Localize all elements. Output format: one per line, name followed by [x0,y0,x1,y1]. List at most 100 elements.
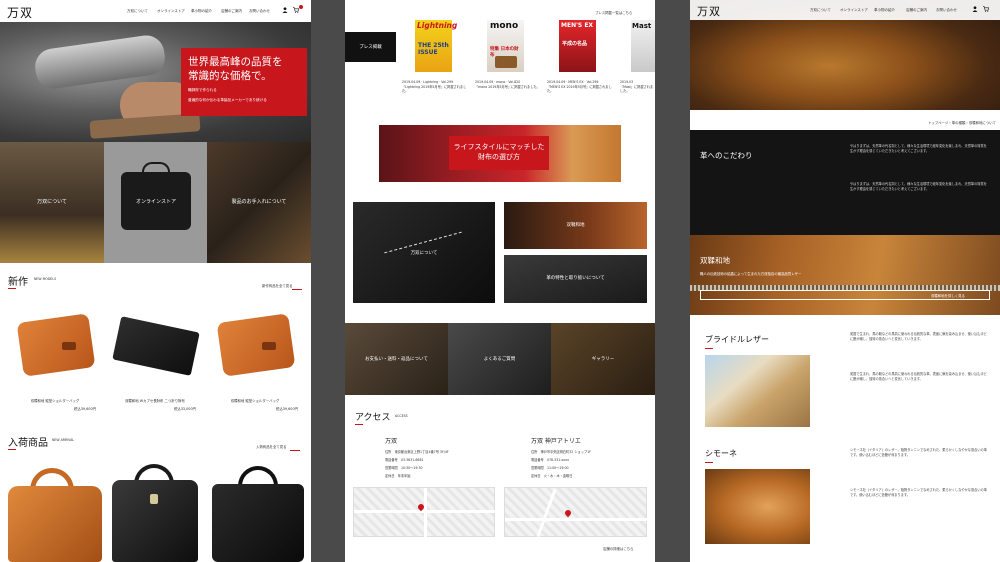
new-subtitle: NEW MODELS [34,277,57,281]
magazine-caption: 2019.04.09 · mono · Vol.820 『mono 2019年5… [475,80,540,89]
breadcrumb[interactable]: トップページ › 革の種類 › 双鞣和地について [928,120,996,125]
kodawari-text: やはりまずは、天然革の代名詞として、様々な生活環境で経年変化を楽しまれ、天然革の… [850,144,987,153]
product-price: 税込39,600円 [73,407,96,411]
tile-payment[interactable]: お支払い・送料・返品について [345,323,448,395]
nav-about[interactable]: 万双について [810,8,831,13]
tile-about[interactable]: 万双について [353,202,495,303]
site-logo[interactable]: 万双 [697,3,721,19]
bridle-title: ブライドルレザー [705,335,769,344]
user-icon[interactable] [282,7,288,13]
magazine-cover[interactable]: Lightning THE 25th ISSUE [415,20,457,72]
product-price: 税込33,000円 [173,407,196,411]
hero-title-line2: 常識的な価格で。 [188,70,272,82]
shop-field: 電話番号 078-331-xxxx [531,458,569,462]
tile-label: お支払い・送料・返品について [365,357,428,362]
nav-contact[interactable]: お問い合わせ [936,8,957,13]
new-more-underline [292,289,302,290]
tile-label: 万双について [37,199,67,205]
bridle-image [705,355,810,427]
banner-text: ライフスタイルにマッチした 財布の選び方 [449,136,549,170]
user-icon[interactable] [972,6,978,12]
kodawari-text-2: やはりまずは、天然革の代名詞として、様々な生活環境で経年変化を楽しまれ、天然革の… [850,182,987,191]
tile-label: 双鞣和地 [566,223,585,228]
header: 万双 万双について オンラインストア 革小物の紹介 店舗のご案内 お問い合わせ [690,0,1000,20]
nav-contact[interactable]: お問い合わせ [249,9,270,14]
home-page-panel: 万双 万双について オンラインストア 革小物の紹介 店舗のご案内 お問い合わせ … [0,0,311,562]
magazine-title: MEN'S EX [561,22,594,29]
cart-icon[interactable] [983,6,989,12]
shop-field: 電話番号 03-3831-6681 [385,458,424,462]
soujyu-subtitle: 職人の伝統技術の結晶によって生まれた万双独自の最高品質レザー [700,272,802,276]
tile-label: 革の特性と取り扱いについて [546,276,605,281]
arrival-subtitle: NEW ARRIVAL [52,438,75,442]
product-name[interactable]: 双鞣和地 縦型ショルダーバッグ [10,398,100,403]
arrival-product-image[interactable] [212,466,304,562]
tile-label: 製品のお手入れについて [231,199,287,205]
product-image[interactable] [112,316,200,376]
product-image[interactable] [214,313,296,377]
kodawari-section: 革へのこだわり やはりまずは、天然革の代名詞として、様々な生活環境で経年変化を楽… [690,130,1000,235]
tile-label: ギャラリー [591,357,615,362]
tile-about[interactable]: 万双について [0,142,104,263]
nav-store[interactable]: オンラインストア [840,8,868,13]
magazine-caption: 2019.03 『Mast』に掲載されました。 [620,80,654,94]
simone-text: シモーネ社（イタリア）のレザー。植物タンニンでなめされた、柔らかくしなやかな風合… [850,448,987,457]
nav-shops[interactable]: 店舗のご案内 [221,9,242,14]
magazine-cover[interactable]: Mast [631,20,655,72]
product-name[interactable]: 双鞣和地 Wカブセ長財布 二つ折り財布 [108,398,202,403]
arrival-more-link[interactable]: 入荷商品を全て見る [256,444,287,449]
access-title: アクセス [355,413,391,423]
shop-field: 住所 神戸市中央区明石町32 ショップ1F [531,450,591,454]
access-underline [355,424,363,425]
simone-title: シモーネ [705,449,737,458]
map-tokyo[interactable] [353,487,496,538]
product-price: 税込39,600円 [275,407,298,411]
new-more-link[interactable]: 新作商品を全て見る [262,283,293,288]
press-more-link[interactable]: プレス掲載一覧はこちら [595,10,632,15]
nav-products[interactable]: 革小物の紹介 [191,9,212,14]
nav-products[interactable]: 革小物の紹介 [874,8,895,13]
cart-badge [299,5,303,9]
magazine-caption: 2019.04.09 · Lightning · Vol.299 『Lightn… [402,80,467,94]
hero-message: 世界最高峰の品質を 常識的な価格で。 職師府で作られる 普遍的な何か伝わる革製品… [181,48,307,116]
nav-store[interactable]: オンラインストア [157,9,185,14]
shop-more-link[interactable]: 店舗の詳細はこちら [603,546,634,551]
tile-store[interactable]: オンラインストア [104,142,208,263]
arrival-product-image[interactable] [110,464,200,562]
tile-label: オンラインストア [136,199,176,205]
hero-title-line1: 世界最高峰の品質を [188,56,283,68]
hero-sub-line1: 職師府で作られる [188,88,217,92]
tile-care[interactable]: 製品のお手入れについて [207,142,311,263]
site-logo[interactable]: 万双 [7,4,33,21]
gap-left [311,0,345,562]
nav-shops[interactable]: 店舗のご案内 [906,8,927,13]
arrival-product-image[interactable] [8,468,102,562]
magazine-title: Mast [632,22,652,30]
tile-soujyu[interactable]: 双鞣和地 [504,202,647,249]
bridle-underline [705,348,713,349]
magazine-title: mono [490,21,519,31]
simone-underline [705,462,713,463]
shop-name: 万双 [385,438,398,445]
tile-faq[interactable]: よくあるご質問 [448,323,551,395]
magazine-cover[interactable]: mono 特集 日本の財布 [487,20,524,72]
cart-icon[interactable] [293,7,299,13]
map-kobe[interactable] [504,487,648,538]
soujyu-more-button[interactable]: 双鞣和地を詳しく見る [700,290,990,300]
arrival-underline [8,449,16,450]
access-subtitle: ACCESS [395,414,408,418]
kodawari-title: 革へのこだわり [700,151,753,160]
product-image[interactable] [14,313,96,377]
magazine-cover[interactable]: MEN'S EX 平成の名品 [559,20,596,72]
arrival-title: 入荷商品 [8,438,48,449]
nav-about[interactable]: 万双について [127,9,148,14]
wallet-guide-banner[interactable]: ライフスタイルにマッチした 財布の選び方 [379,125,621,182]
tile-gallery[interactable]: ギャラリー [551,323,655,395]
magazine-title: Lightning [417,21,458,30]
tile-leather-care[interactable]: 革の特性と取り扱いについて [504,255,647,303]
press-label[interactable]: プレス掲載 [345,32,396,62]
press-page-panel: プレス掲載 Lightning THE 25th ISSUE mono 特集 日… [345,0,655,562]
product-name[interactable]: 双鞣和地 縦型ショルダーバッグ [210,398,300,403]
simone-image [705,469,810,544]
shop-field: 定休日 火・水・木・金曜日 [531,474,573,478]
